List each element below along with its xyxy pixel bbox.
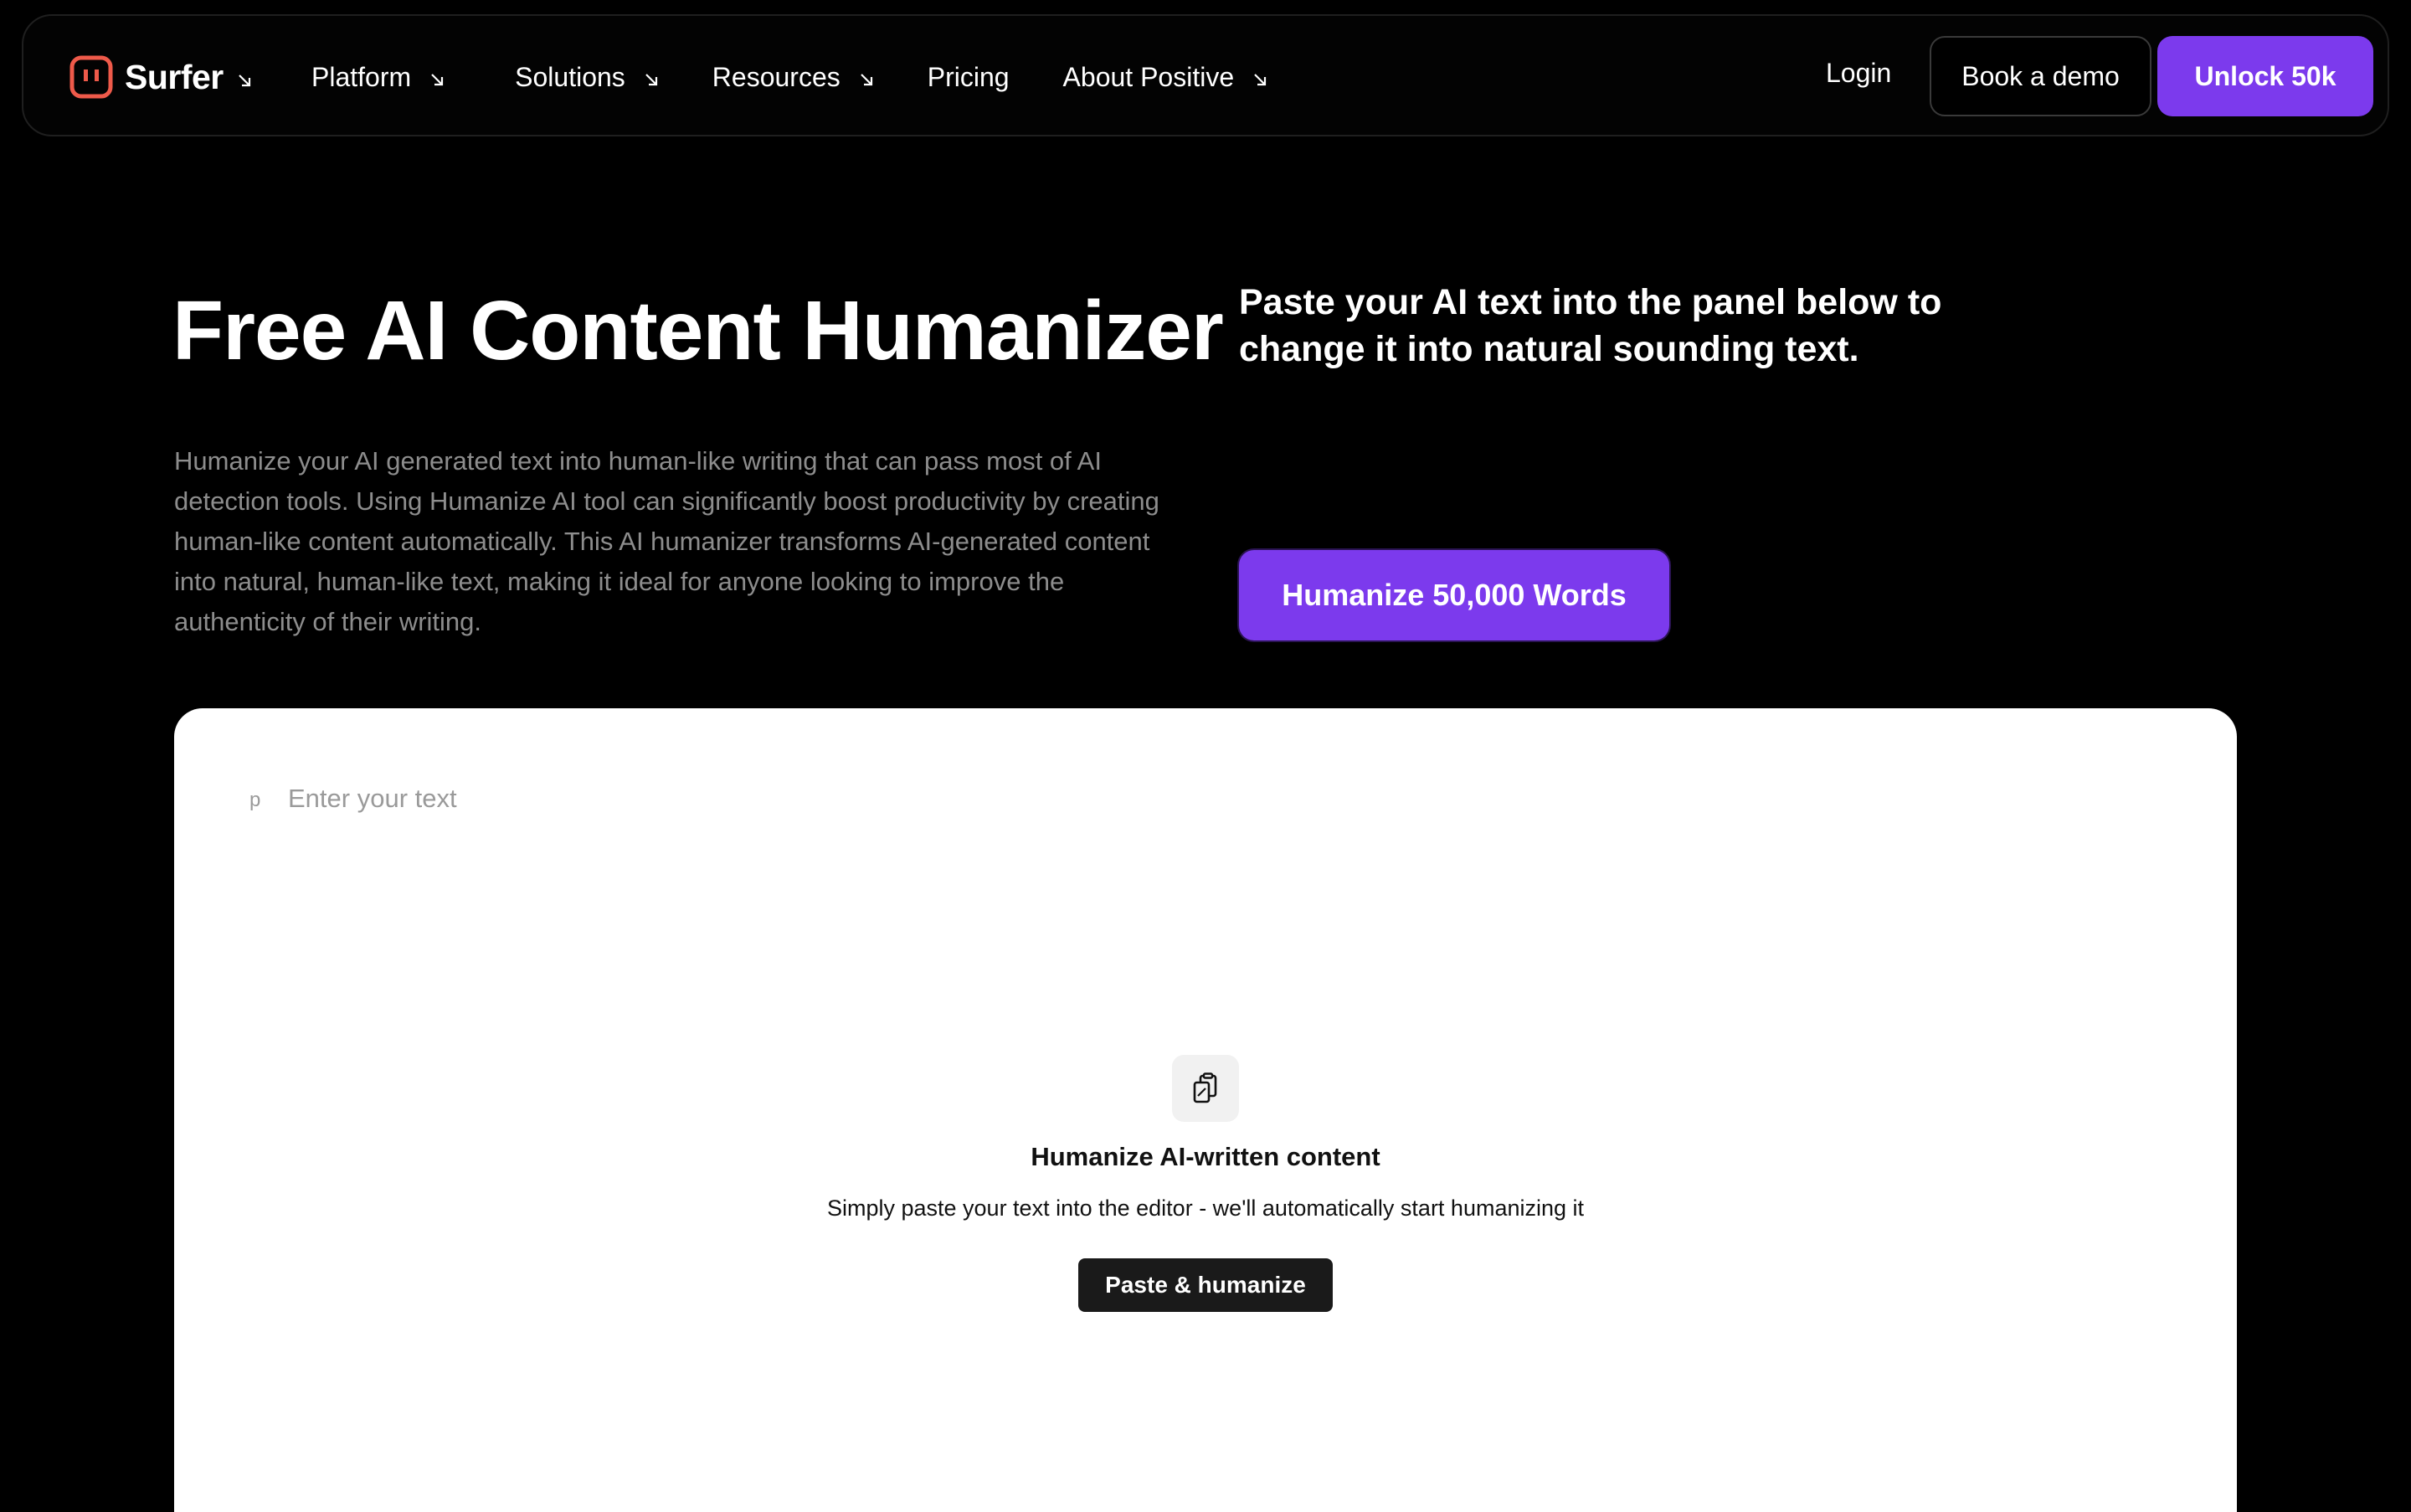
login-link[interactable]: Login [1826, 58, 1891, 89]
hero-subtitle: Paste your AI text into the panel below … [1239, 282, 1942, 369]
nav-item-label: Resources [712, 61, 841, 92]
clipboard-icon [1193, 1072, 1217, 1103]
arrow-down-right-icon [1254, 74, 1267, 86]
arrow-down-right-icon [860, 74, 872, 86]
nav-item-solutions[interactable]: Solutions [515, 62, 659, 93]
arrow-down-right-icon [645, 74, 657, 86]
editor-panel: p Humanize AI-written content Simply pas… [174, 708, 2237, 1512]
nav-item-resources[interactable]: Resources [712, 62, 874, 93]
nav-item-label: Pricing [927, 61, 1010, 92]
nav-item-label: About Positive [1062, 61, 1235, 92]
empty-state-subtitle: Simply paste your text into the editor -… [826, 1196, 1585, 1221]
nav-item-label: Platform [311, 61, 412, 92]
top-navbar: Surfer Platform Solutions Resources Pric… [22, 14, 2389, 136]
nav-item-label: Solutions [515, 61, 625, 92]
nav-links: Platform Solutions Resources Pricing Abo… [311, 54, 1267, 100]
brand-logo-link[interactable]: Surfer [69, 55, 252, 99]
arrow-down-right-icon [431, 74, 444, 86]
clipboard-icon-box [1172, 1055, 1239, 1122]
hero-description: Humanize your AI generated text into hum… [174, 446, 1159, 636]
empty-state-title: Humanize AI-written content [1031, 1142, 1380, 1171]
brand-name: Surfer [125, 57, 224, 96]
page-title: Free AI Content Humanizer [172, 284, 1224, 378]
paragraph-marker: p [249, 789, 261, 811]
text-editor-input[interactable] [288, 777, 2130, 820]
surfer-logo-icon [69, 55, 113, 99]
nav-item-about-positive[interactable]: About Positive [1063, 62, 1268, 93]
arrow-down-right-icon [238, 75, 250, 87]
book-demo-button[interactable]: Book a demo [1930, 36, 2151, 116]
paste-humanize-button[interactable]: Paste & humanize [1078, 1258, 1333, 1312]
humanize-words-button[interactable]: Humanize 50,000 Words [1239, 550, 1669, 640]
nav-item-platform[interactable]: Platform [311, 62, 445, 93]
empty-state: Humanize AI-written content Simply paste… [174, 1055, 2237, 1312]
unlock-50k-button[interactable]: Unlock 50k [2157, 36, 2373, 116]
nav-item-pricing[interactable]: Pricing [928, 62, 1010, 93]
